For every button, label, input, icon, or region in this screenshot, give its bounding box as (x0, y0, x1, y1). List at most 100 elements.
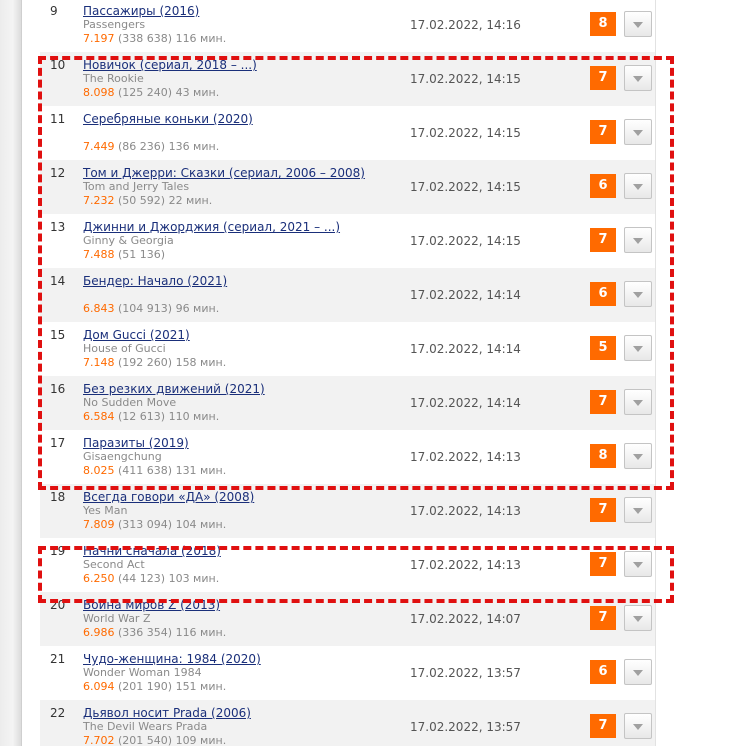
vote-dropdown-button[interactable] (624, 281, 652, 307)
rating-stats: 7.148 (192 260) 158 мин. (83, 356, 226, 369)
movie-title-link[interactable]: Дьявол носит Prada (2006) (83, 706, 251, 720)
page-side-shadow (0, 0, 22, 746)
user-vote-badge: 7 (590, 714, 616, 738)
user-vote-badge: 7 (590, 390, 616, 414)
rating-value: 7.702 (83, 734, 115, 746)
rating-value: 7.809 (83, 518, 115, 531)
vote-dropdown-button[interactable] (624, 11, 652, 37)
table-row: 17 Паразиты (2019) Gisaengchung 8.025 (411 … (40, 430, 655, 484)
row-number: 12 (50, 166, 66, 180)
vote-date: 17.02.2022, 14:13 (410, 450, 521, 464)
original-title: Tom and Jerry Tales (83, 180, 190, 193)
original-title: No Sudden Move (83, 396, 177, 409)
movie-title-link[interactable]: Всегда говори «ДА» (2008) (83, 490, 254, 504)
chevron-down-icon (633, 130, 643, 136)
vote-dropdown-button[interactable] (624, 389, 652, 415)
chevron-down-icon (633, 184, 643, 190)
chevron-down-icon (633, 76, 643, 82)
movie-title-link[interactable]: Джинни и Джорджия (сериал, 2021 – ...) (83, 220, 340, 234)
chevron-down-icon (633, 22, 643, 28)
original-title: House of Gucci (83, 342, 166, 355)
rating-stats: 6.584 (12 613) 110 мин. (83, 410, 219, 423)
row-number: 13 (50, 220, 66, 234)
rating-value: 6.094 (83, 680, 115, 693)
rating-value: 7.449 (83, 140, 115, 153)
user-vote-badge: 7 (590, 228, 616, 252)
row-number: 19 (50, 544, 66, 558)
votes-list: 9 Пассажиры (2016) Passengers 7.197 (338 63… (40, 0, 656, 746)
user-vote-badge: 6 (590, 282, 616, 306)
votes-duration: (338 638) 116 мин. (114, 32, 227, 45)
vote-dropdown-button[interactable] (624, 443, 652, 469)
rating-value: 6.986 (83, 626, 115, 639)
vote-dropdown-button[interactable] (624, 65, 652, 91)
rating-stats: 7.488 (51 136) (83, 248, 165, 261)
vote-dropdown-button[interactable] (624, 335, 652, 361)
rating-stats: 6.986 (336 354) 116 мин. (83, 626, 226, 639)
vote-dropdown-button[interactable] (624, 713, 652, 739)
vote-dropdown-button[interactable] (624, 551, 652, 577)
movie-title-link[interactable]: Начни сначала (2018) (83, 544, 221, 558)
movie-title-link[interactable]: Новичок (сериал, 2018 – ...) (83, 58, 257, 72)
row-number: 15 (50, 328, 66, 342)
user-vote-badge: 7 (590, 498, 616, 522)
rating-stats: 7.449 (86 236) 136 мин. (83, 140, 219, 153)
user-vote-badge: 5 (590, 336, 616, 360)
rating-stats: 6.250 (44 123) 103 мин. (83, 572, 219, 585)
vote-dropdown-button[interactable] (624, 173, 652, 199)
movie-title-link[interactable]: Бендер: Начало (2021) (83, 274, 227, 288)
vote-dropdown-button[interactable] (624, 659, 652, 685)
votes-duration: (192 260) 158 мин. (114, 356, 227, 369)
chevron-down-icon (633, 508, 643, 514)
row-number: 22 (50, 706, 66, 720)
vote-dropdown-button[interactable] (624, 605, 652, 631)
user-vote-badge: 6 (590, 660, 616, 684)
vote-date: 17.02.2022, 14:15 (410, 126, 521, 140)
user-vote-badge: 7 (590, 66, 616, 90)
vote-dropdown-button[interactable] (624, 227, 652, 253)
movie-title-link[interactable]: Пассажиры (2016) (83, 4, 199, 18)
vote-date: 17.02.2022, 13:57 (410, 720, 521, 734)
votes-duration: (313 094) 104 мин. (114, 518, 227, 531)
table-row: 16 Без резких движений (2021) No Sudden Mo… (40, 376, 655, 430)
rating-stats: 7.232 (50 592) 22 мин. (83, 194, 212, 207)
vote-date: 17.02.2022, 14:15 (410, 180, 521, 194)
chevron-down-icon (633, 562, 643, 568)
votes-duration: (44 123) 103 мин. (114, 572, 220, 585)
vote-dropdown-button[interactable] (624, 497, 652, 523)
movie-title-link[interactable]: Том и Джерри: Сказки (сериал, 2006 – 200… (83, 166, 365, 180)
table-row: 13 Джинни и Джорджия (сериал, 2021 – ...)… (40, 214, 655, 268)
vote-date: 17.02.2022, 14:16 (410, 18, 521, 32)
rating-stats: 6.094 (201 190) 151 мин. (83, 680, 226, 693)
chevron-down-icon (633, 346, 643, 352)
vote-date: 17.02.2022, 14:15 (410, 234, 521, 248)
user-vote-badge: 7 (590, 552, 616, 576)
original-title: Yes Man (83, 504, 128, 517)
user-vote-badge: 7 (590, 120, 616, 144)
movie-title-link[interactable]: Серебряные коньки (2020) (83, 112, 253, 126)
movie-title-link[interactable]: Война миров Z (2013) (83, 598, 220, 612)
movie-title-link[interactable]: Дом Gucci (2021) (83, 328, 190, 342)
votes-duration: (201 540) 109 мин. (114, 734, 227, 746)
movie-title-link[interactable]: Чудо-женщина: 1984 (2020) (83, 652, 261, 666)
row-number: 14 (50, 274, 66, 288)
movie-title-link[interactable]: Паразиты (2019) (83, 436, 189, 450)
table-row: 14 Бендер: Начало (2021) 6.843 (104 913) 9… (40, 268, 655, 322)
vote-dropdown-button[interactable] (624, 119, 652, 145)
rating-stats: 6.843 (104 913) 96 мин. (83, 302, 219, 315)
rating-stats: 7.809 (313 094) 104 мин. (83, 518, 226, 531)
movie-title-link[interactable]: Без резких движений (2021) (83, 382, 265, 396)
rating-value: 7.232 (83, 194, 115, 207)
vote-date: 17.02.2022, 14:13 (410, 504, 521, 518)
original-title: Ginny & Georgia (83, 234, 174, 247)
chevron-down-icon (633, 238, 643, 244)
table-row: 12 Том и Джерри: Сказки (сериал, 2006 – 2… (40, 160, 655, 214)
table-row: 19 Начни сначала (2018) Second Act 6.250 (4… (40, 538, 655, 592)
table-row: 18 Всегда говори «ДА» (2008) Yes Man 7.809 … (40, 484, 655, 538)
original-title: The Rookie (83, 72, 144, 85)
rating-stats: 8.025 (411 638) 131 мин. (83, 464, 226, 477)
chevron-down-icon (633, 670, 643, 676)
original-title: Second Act (83, 558, 145, 571)
vote-date: 17.02.2022, 13:57 (410, 666, 521, 680)
votes-duration: (125 240) 43 мин. (114, 86, 220, 99)
